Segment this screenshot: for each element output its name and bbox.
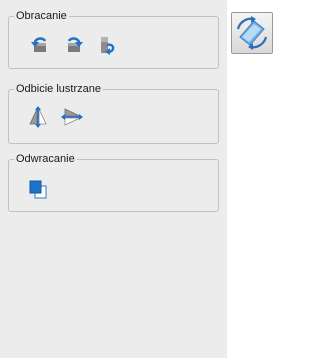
rotate-right-button[interactable] <box>63 35 85 55</box>
flip-layers-icon <box>29 180 47 199</box>
mirror-vertical-button[interactable] <box>27 106 49 128</box>
mirror-horizontal-button[interactable] <box>61 107 83 127</box>
transform-panel: Obracanie Odbicie lustrzane Odwracanie <box>0 0 227 358</box>
rotate-right-icon <box>67 37 83 52</box>
flip-group: Odwracanie <box>8 152 219 212</box>
rotate-group: Obracanie <box>8 9 219 69</box>
transform-preview-icon <box>236 16 268 50</box>
mirror-vertical-icon <box>29 106 47 128</box>
rotate-left-icon <box>31 37 47 52</box>
mirror-group: Odbicie lustrzane <box>8 82 219 144</box>
rotate-180-button[interactable] <box>97 35 119 55</box>
flip-layers-button[interactable] <box>27 180 49 200</box>
rotate-180-icon <box>101 37 115 55</box>
transform-preview-button[interactable] <box>231 12 273 54</box>
mirror-group-title: Odbicie lustrzane <box>14 82 103 96</box>
rotate-group-title: Obracanie <box>14 9 69 23</box>
mirror-horizontal-icon <box>61 108 83 126</box>
rotate-left-button[interactable] <box>29 35 51 55</box>
flip-group-title: Odwracanie <box>14 152 77 166</box>
